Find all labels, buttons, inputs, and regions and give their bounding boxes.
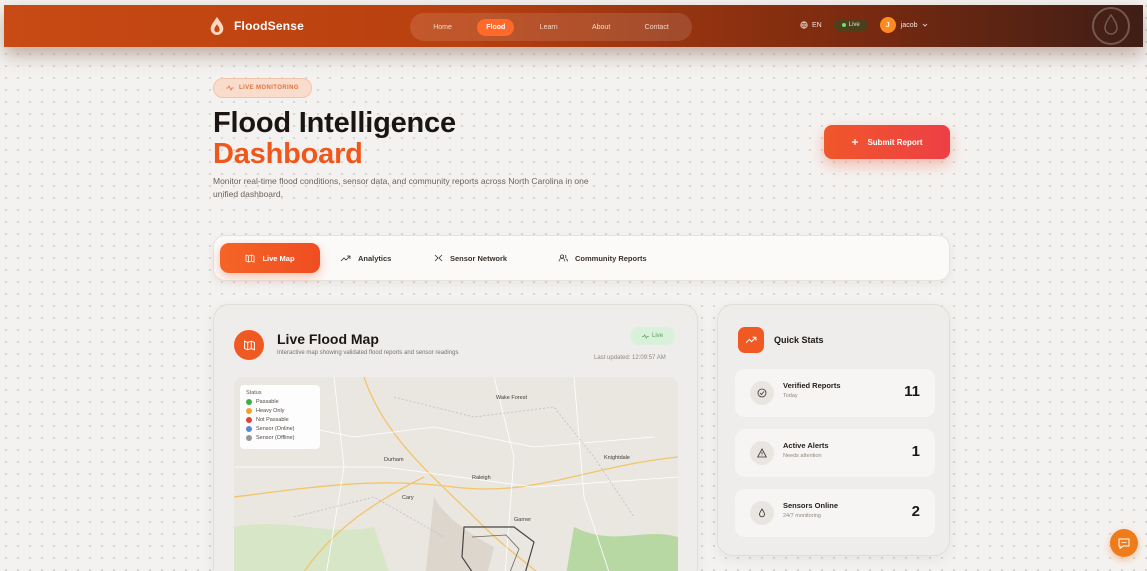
live-status-pill: Live — [833, 19, 868, 31]
stat-desc: 24/7 monitoring — [783, 513, 821, 519]
user-name: jacob — [900, 21, 918, 29]
stat-sensors-online: Sensors Online 24/7 monitoring 2 — [735, 489, 935, 537]
stat-label: Active Alerts — [783, 441, 829, 450]
live-dot-icon — [841, 23, 846, 27]
language-label: EN — [812, 21, 822, 29]
legend-passable-dot — [246, 399, 252, 405]
live-monitoring-badge: LIVE MONITORING — [213, 78, 312, 98]
stats-card-title: Quick Stats — [774, 335, 824, 345]
legend-item: Passable — [246, 399, 314, 405]
legend-title: Status — [246, 390, 262, 396]
users-icon — [558, 254, 568, 262]
stat-desc: Needs attention — [783, 453, 822, 459]
tab-live-map[interactable]: Live Map — [220, 243, 320, 273]
map-place-label: Knightdale — [604, 455, 630, 461]
decorative-drop-icon — [1092, 7, 1130, 45]
tab-analytics[interactable]: Analytics — [328, 243, 403, 273]
globe-icon — [800, 21, 808, 29]
legend-label: Heavy Only — [256, 408, 285, 414]
badge-label: LIVE MONITORING — [239, 85, 299, 91]
check-circle-icon — [750, 381, 774, 405]
live-flood-map-card: Live Flood Map Interactive map showing v… — [213, 304, 698, 571]
nav-link-contact[interactable]: Contact — [636, 19, 678, 36]
sensor-icon — [750, 501, 774, 525]
map-last-updated: Last updated: 12:09:57 AM — [594, 355, 666, 361]
avatar: J — [879, 17, 896, 33]
nav-link-flood[interactable]: Flood — [477, 18, 515, 36]
legend-label: Sensor (Offline) — [256, 435, 295, 441]
live-status-label: Live — [848, 22, 860, 28]
tab-analytics-label: Analytics — [358, 253, 392, 263]
trend-icon — [745, 336, 757, 344]
warning-icon — [750, 441, 774, 465]
stat-label: Verified Reports — [783, 381, 841, 390]
map-card-subtitle: Interactive map showing validated flood … — [277, 350, 459, 356]
map-place-label: Cary — [402, 495, 414, 501]
map-place-label: Raleigh — [472, 475, 491, 481]
page-title-accent: Dashboard — [213, 138, 363, 170]
legend-label: Sensor (Online) — [256, 426, 295, 432]
tab-sensor-network[interactable]: Sensor Network — [422, 243, 519, 273]
quick-stats-card: Quick Stats Verified Reports Today 11 Ac… — [717, 304, 950, 556]
tab-live-map-label: Live Map — [262, 253, 295, 263]
map-place-label: Wake Forest — [496, 395, 527, 401]
stat-value: 1 — [911, 443, 920, 460]
map-icon — [243, 340, 255, 350]
map-place-label: Garner — [514, 517, 532, 523]
top-navbar: FloodSense Home Flood Learn About Contac… — [4, 5, 1143, 47]
stat-active-alerts: Active Alerts Needs attention 1 — [735, 429, 935, 477]
flood-map[interactable]: Status Passable Heavy Only Not Passable … — [234, 377, 678, 571]
map-live-tag: Live — [630, 327, 676, 345]
legend-sensor-offline-dot — [246, 435, 252, 441]
map-card-icon — [234, 330, 264, 360]
page-title: Flood Intelligence — [213, 107, 456, 139]
brand-name: FloodSense — [234, 19, 305, 33]
legend-label: Passable — [256, 399, 279, 405]
nav-link-about[interactable]: About — [583, 19, 619, 36]
stat-value: 11 — [904, 383, 920, 400]
stats-card-icon — [738, 327, 764, 353]
map-legend: Status Passable Heavy Only Not Passable … — [240, 385, 320, 449]
legend-sensor-online-dot — [246, 426, 252, 432]
legend-item: Sensor (Online) — [246, 426, 314, 432]
map-icon — [246, 253, 255, 263]
dashboard-tabs: Live Map Analytics Sensor Network Commun… — [213, 235, 950, 281]
network-icon — [434, 254, 443, 262]
map-place-label: Durham — [384, 457, 404, 463]
chat-button[interactable] — [1110, 529, 1138, 557]
tab-sensor-network-label: Sensor Network — [450, 253, 508, 263]
tab-community-reports[interactable]: Community Reports — [546, 243, 659, 273]
user-menu[interactable]: J jacob — [879, 17, 929, 33]
legend-heavy-only-dot — [246, 408, 252, 414]
stat-verified-reports: Verified Reports Today 11 — [735, 369, 935, 417]
pulse-icon — [642, 333, 649, 339]
map-card-title: Live Flood Map — [277, 331, 379, 347]
plus-icon — [852, 139, 859, 145]
legend-item: Heavy Only — [246, 408, 314, 414]
legend-item: Not Passable — [246, 417, 314, 423]
submit-report-button[interactable]: Submit Report — [824, 125, 950, 159]
trend-icon — [340, 255, 351, 261]
chevron-down-icon — [923, 23, 928, 27]
nav-links: Home Flood Learn About Contact — [410, 13, 692, 41]
page-subtitle: Monitor real-time flood conditions, sens… — [213, 176, 589, 199]
nav-link-home[interactable]: Home — [424, 19, 461, 36]
language-switch[interactable]: EN — [800, 21, 822, 29]
legend-item: Sensor (Offline) — [246, 435, 314, 441]
submit-report-label: Submit Report — [867, 137, 923, 147]
nav-link-learn[interactable]: Learn — [531, 19, 567, 36]
stat-desc: Today — [783, 393, 798, 399]
stat-value: 2 — [911, 503, 920, 520]
tab-community-reports-label: Community Reports — [575, 253, 647, 263]
chat-icon — [1118, 538, 1130, 549]
flame-drop-icon — [210, 17, 224, 35]
legend-not-passable-dot — [246, 417, 252, 423]
stat-label: Sensors Online — [783, 501, 839, 510]
pulse-icon — [226, 85, 234, 91]
legend-label: Not Passable — [256, 417, 289, 423]
brand[interactable]: FloodSense — [208, 16, 304, 36]
nav-right: EN Live J jacob — [800, 17, 928, 33]
map-live-label: Live — [652, 333, 664, 339]
